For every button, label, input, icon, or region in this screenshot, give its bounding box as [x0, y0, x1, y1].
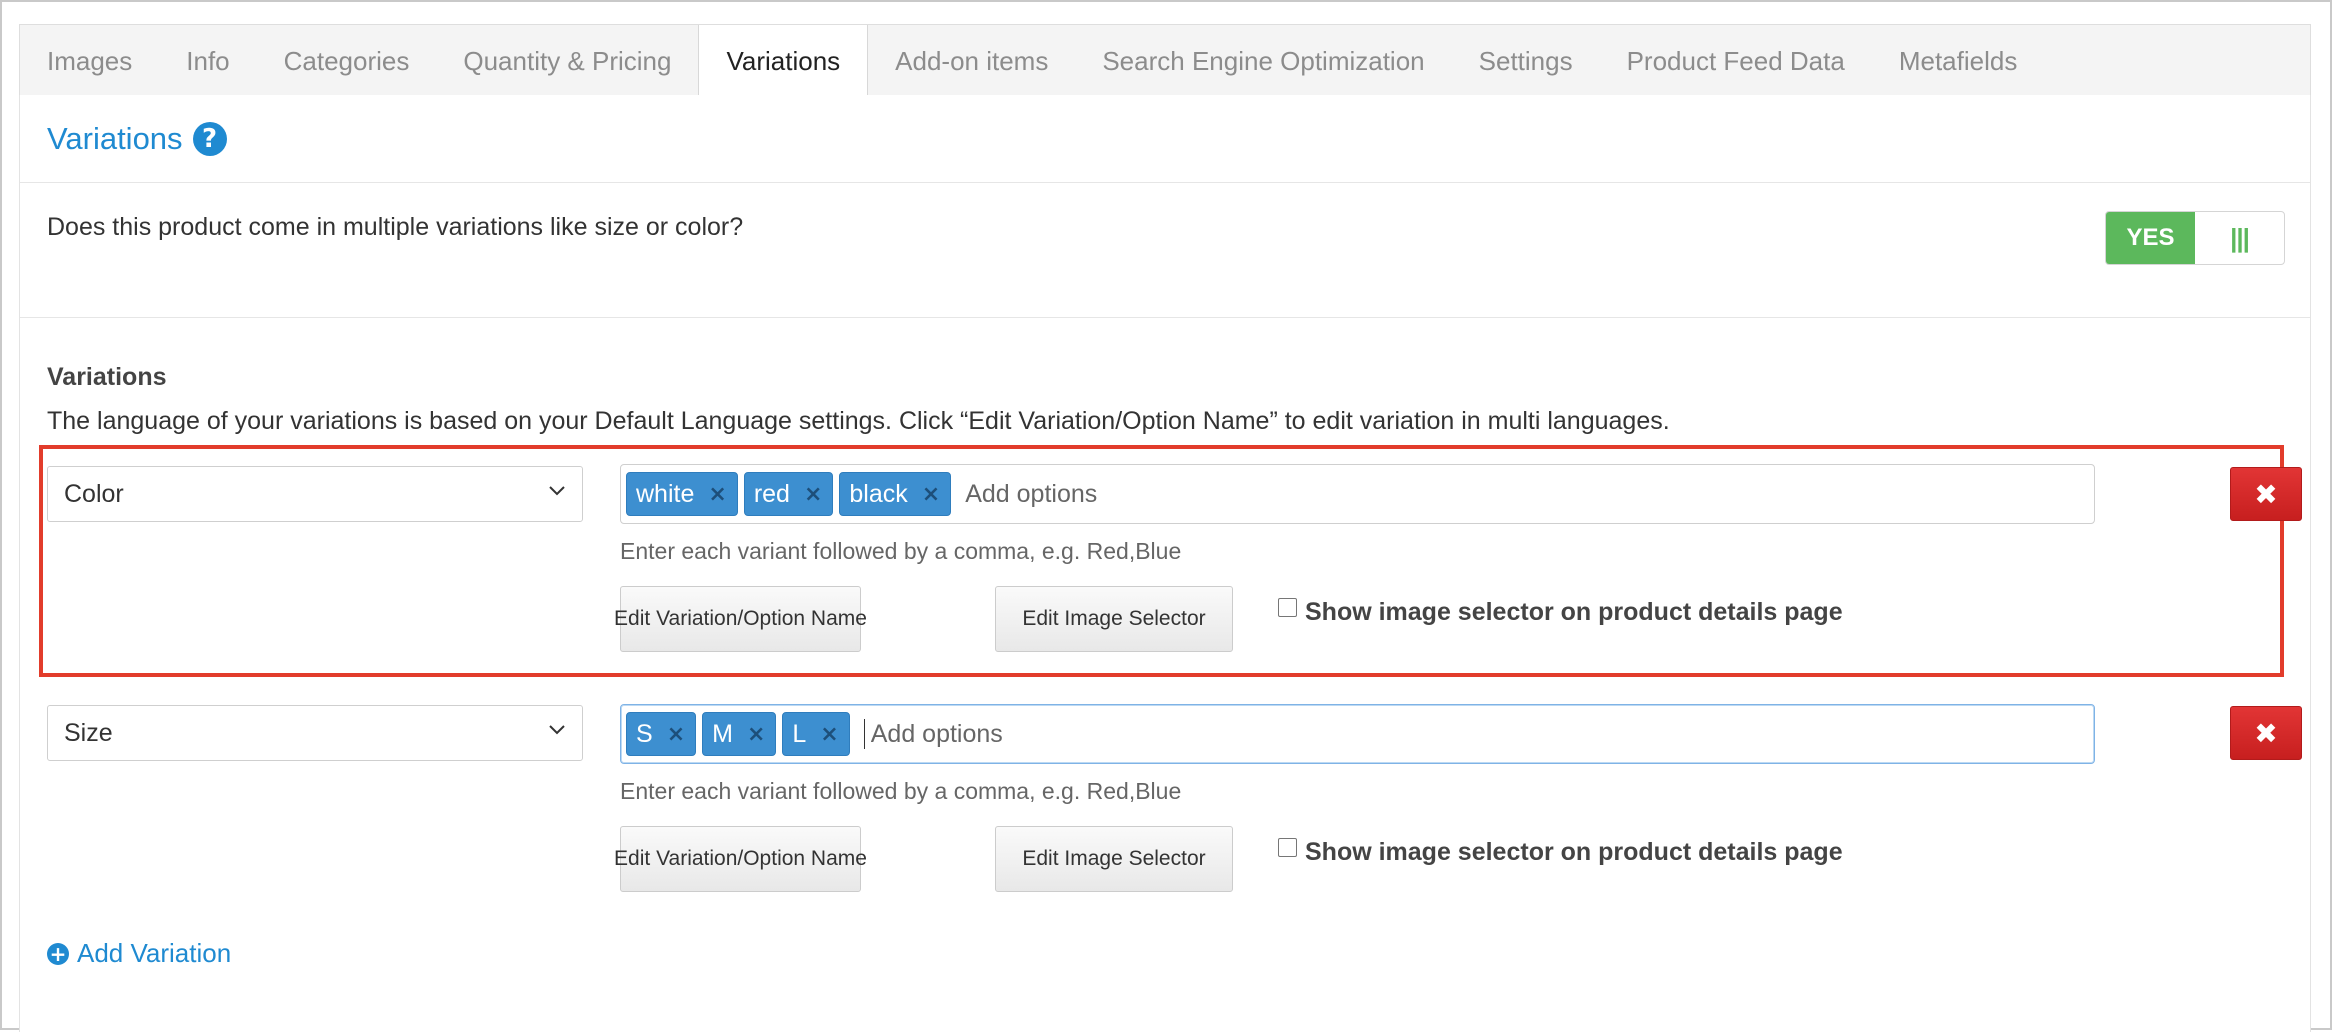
variation-name-select-color[interactable]: Color	[47, 466, 583, 522]
image-selector-option: Show image selector on product details p…	[1278, 598, 1843, 627]
option-tag: red ×	[743, 472, 834, 516]
options-helper-text: Enter each variant followed by a comma, …	[620, 778, 1182, 804]
remove-tag-icon[interactable]: ×	[708, 482, 726, 507]
text-cursor	[863, 719, 865, 749]
tab-bar: Images Info Categories Quantity & Pricin…	[19, 24, 2311, 97]
option-tag-label: M	[712, 719, 733, 748]
edit-variation-name-button[interactable]: Edit Variation/Option Name	[614, 586, 867, 652]
plus-circle-icon: +	[47, 942, 69, 965]
option-tag-label: red	[753, 479, 790, 508]
option-tag-label: S	[636, 719, 653, 748]
option-tag-label: black	[849, 479, 908, 508]
tab-metafields[interactable]: Metafields	[1872, 25, 2045, 95]
options-input-size[interactable]: S × M × L ×	[620, 704, 2095, 764]
add-options-input[interactable]	[965, 474, 1366, 514]
variations-description: The language of your variations is based…	[47, 407, 1670, 435]
add-variation-link[interactable]: + Add Variation	[47, 938, 231, 969]
select-value: Size	[64, 719, 113, 747]
edit-image-selector-button[interactable]: Edit Image Selector	[995, 826, 1233, 892]
section-title: Variations ?	[47, 121, 227, 157]
options-input-color[interactable]: white × red × black ×	[620, 464, 2095, 524]
remove-tag-icon[interactable]: ×	[667, 722, 685, 747]
option-tag: M ×	[702, 712, 777, 756]
variations-heading: Variations	[47, 363, 167, 391]
delete-variation-button[interactable]: ✖	[2230, 467, 2302, 521]
edit-image-selector-button[interactable]: Edit Image Selector	[995, 586, 1233, 652]
option-tag: S ×	[626, 712, 697, 756]
image-selector-checkbox[interactable]	[1278, 838, 1297, 857]
tab-info[interactable]: Info	[159, 25, 256, 95]
tab-product-feed-data[interactable]: Product Feed Data	[1600, 25, 1872, 95]
toggle-yes-label[interactable]: YES	[2106, 212, 2195, 264]
toggle-handle-icon[interactable]: |||	[2195, 212, 2284, 264]
option-tag-label: white	[636, 479, 695, 508]
options-helper-text: Enter each variant followed by a comma, …	[620, 538, 1182, 564]
option-tag: black ×	[839, 472, 952, 516]
image-selector-label[interactable]: Show image selector on product details p…	[1305, 598, 1843, 627]
image-selector-option: Show image selector on product details p…	[1278, 838, 1843, 867]
image-selector-checkbox[interactable]	[1278, 598, 1297, 617]
add-options-input[interactable]	[870, 714, 1271, 754]
chevron-down-icon	[549, 486, 565, 496]
section-title-text: Variations	[47, 121, 183, 156]
variations-panel: Variations ? Does this product come in m…	[19, 95, 2311, 1032]
add-variation-label[interactable]: Add Variation	[77, 938, 231, 969]
tab-categories[interactable]: Categories	[257, 25, 437, 95]
variations-question: Does this product come in multiple varia…	[47, 213, 744, 241]
option-tag: white ×	[626, 472, 738, 516]
tab-settings[interactable]: Settings	[1452, 25, 1600, 95]
edit-variation-name-button[interactable]: Edit Variation/Option Name	[614, 826, 867, 892]
remove-tag-icon[interactable]: ×	[922, 482, 940, 507]
variation-name-select-size[interactable]: Size	[47, 705, 583, 761]
option-tag: L ×	[782, 712, 850, 756]
tab-seo[interactable]: Search Engine Optimization	[1075, 25, 1451, 95]
help-icon[interactable]: ?	[192, 122, 227, 156]
image-selector-label[interactable]: Show image selector on product details p…	[1305, 838, 1843, 867]
tab-quantity-pricing[interactable]: Quantity & Pricing	[436, 25, 698, 95]
divider	[20, 182, 2310, 183]
tab-add-on-items[interactable]: Add-on items	[868, 25, 1075, 95]
tab-images[interactable]: Images	[20, 25, 159, 95]
delete-variation-button[interactable]: ✖	[2230, 706, 2302, 760]
divider	[20, 317, 2310, 318]
chevron-down-icon	[549, 725, 565, 735]
remove-tag-icon[interactable]: ×	[747, 722, 765, 747]
option-tag-label: L	[792, 719, 807, 748]
tab-variations[interactable]: Variations	[698, 25, 869, 97]
select-value: Color	[64, 480, 124, 508]
remove-tag-icon[interactable]: ×	[804, 482, 822, 507]
page-frame: Images Info Categories Quantity & Pricin…	[0, 0, 2332, 1032]
remove-tag-icon[interactable]: ×	[820, 722, 838, 747]
variations-toggle[interactable]: YES |||	[2105, 211, 2285, 265]
